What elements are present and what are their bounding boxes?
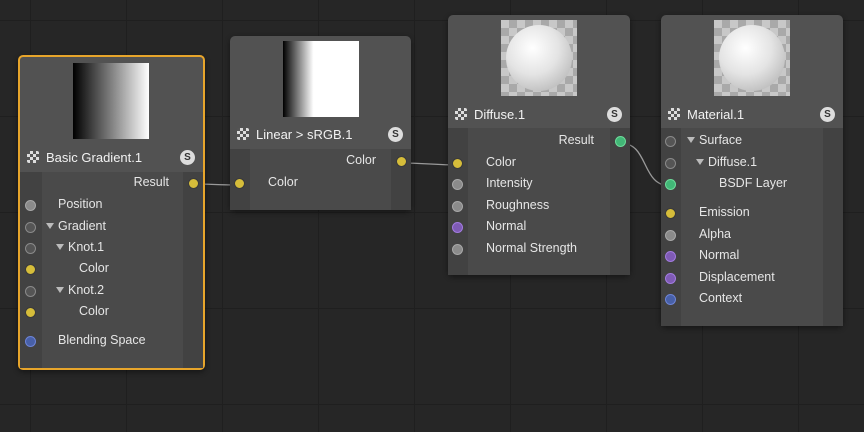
expand-triangle-icon[interactable] <box>696 159 704 165</box>
gradient-preview <box>283 41 359 117</box>
s-icon[interactable]: S <box>180 150 195 165</box>
node-title: Material.1 <box>687 107 745 122</box>
input-label: Normal <box>699 248 740 262</box>
input-port-position[interactable] <box>25 200 36 211</box>
input-label: Color <box>79 261 109 275</box>
sphere-preview <box>719 25 785 91</box>
input-port-knot1[interactable] <box>25 243 36 254</box>
node-basic-gradient[interactable]: Basic Gradient.1 S Result Position Gradi… <box>18 55 205 370</box>
node-body: Color Color <box>230 149 411 210</box>
input-label: Position <box>58 197 103 211</box>
input-port-context[interactable] <box>665 294 676 305</box>
input-port-bsdf-layer[interactable] <box>665 179 676 190</box>
input-label: Alpha <box>699 227 731 241</box>
node-title: Basic Gradient.1 <box>46 150 143 165</box>
s-icon[interactable]: S <box>607 107 622 122</box>
output-label: Result <box>558 133 594 147</box>
node-body: Result Color Intensity Roughness Normal … <box>448 128 630 275</box>
output-port-result[interactable] <box>615 136 626 147</box>
input-label: Blending Space <box>58 333 146 347</box>
node-body: Result Position Gradient Knot.1 Color Kn… <box>20 172 203 368</box>
output-port-result[interactable] <box>188 178 199 189</box>
expand-triangle-icon[interactable] <box>56 287 64 293</box>
node-linear-srgb[interactable]: Linear > sRGB.1 S Color Color <box>230 36 411 210</box>
tree-label: Diffuse.1 <box>696 155 757 169</box>
tree-label: BSDF Layer <box>719 176 788 190</box>
node-diffuse[interactable]: Diffuse.1 S Result Color Intensity Rough… <box>448 15 630 275</box>
checker-icon <box>27 151 39 163</box>
node-title: Linear > sRGB.1 <box>256 127 353 142</box>
input-port-color[interactable] <box>234 178 245 189</box>
node-header[interactable]: Basic Gradient.1 S <box>20 145 203 171</box>
input-port-knot1-color[interactable] <box>25 264 36 275</box>
input-port-knot2-color[interactable] <box>25 307 36 318</box>
input-label: Color <box>79 304 109 318</box>
input-port-normal[interactable] <box>452 222 463 233</box>
input-label: Normal Strength <box>486 241 578 255</box>
input-port-displacement[interactable] <box>665 273 676 284</box>
expand-triangle-icon[interactable] <box>46 223 54 229</box>
input-label: Roughness <box>486 198 550 212</box>
input-label: Intensity <box>486 176 533 190</box>
input-port-blending-space[interactable] <box>25 336 36 347</box>
input-label: Displacement <box>699 270 775 284</box>
node-title: Diffuse.1 <box>474 107 526 122</box>
input-label: Color <box>486 155 516 169</box>
sphere-preview <box>506 25 572 91</box>
node-material[interactable]: Material.1 S Surface Diffuse.1 BSDF Laye… <box>661 15 843 326</box>
node-header[interactable]: Material.1 S <box>661 102 843 128</box>
node-header[interactable]: Linear > sRGB.1 S <box>230 122 411 148</box>
s-icon[interactable]: S <box>820 107 835 122</box>
input-label: Context <box>699 291 743 305</box>
s-icon[interactable]: S <box>388 127 403 142</box>
material-preview <box>501 20 577 96</box>
tree-label: Surface <box>687 133 742 147</box>
output-label: Color <box>346 153 376 167</box>
checker-icon <box>237 128 249 140</box>
input-port-knot2[interactable] <box>25 286 36 297</box>
input-port-roughness[interactable] <box>452 201 463 212</box>
input-label: Knot.1 <box>56 240 104 254</box>
checker-icon <box>668 108 680 120</box>
input-port-color[interactable] <box>452 158 463 169</box>
expand-triangle-icon[interactable] <box>687 137 695 143</box>
input-port-surface[interactable] <box>665 136 676 147</box>
output-port-color[interactable] <box>396 156 407 167</box>
output-label: Result <box>133 175 169 189</box>
input-port-intensity[interactable] <box>452 179 463 190</box>
node-body: Surface Diffuse.1 BSDF Layer Emission Al… <box>661 128 843 326</box>
input-port-normal-strength[interactable] <box>452 244 463 255</box>
input-port-emission[interactable] <box>665 208 676 219</box>
input-label: Normal <box>486 219 527 233</box>
input-port-normal[interactable] <box>665 251 676 262</box>
input-port-gradient[interactable] <box>25 222 36 233</box>
material-preview <box>714 20 790 96</box>
checker-icon <box>455 108 467 120</box>
input-label: Knot.2 <box>56 283 104 297</box>
node-header[interactable]: Diffuse.1 S <box>448 102 630 128</box>
input-port-diffuse[interactable] <box>665 158 676 169</box>
input-label: Gradient <box>46 219 106 233</box>
input-label: Emission <box>699 205 750 219</box>
input-label: Color <box>268 175 298 189</box>
expand-triangle-icon[interactable] <box>56 244 64 250</box>
input-port-alpha[interactable] <box>665 230 676 241</box>
gradient-preview <box>73 63 149 139</box>
